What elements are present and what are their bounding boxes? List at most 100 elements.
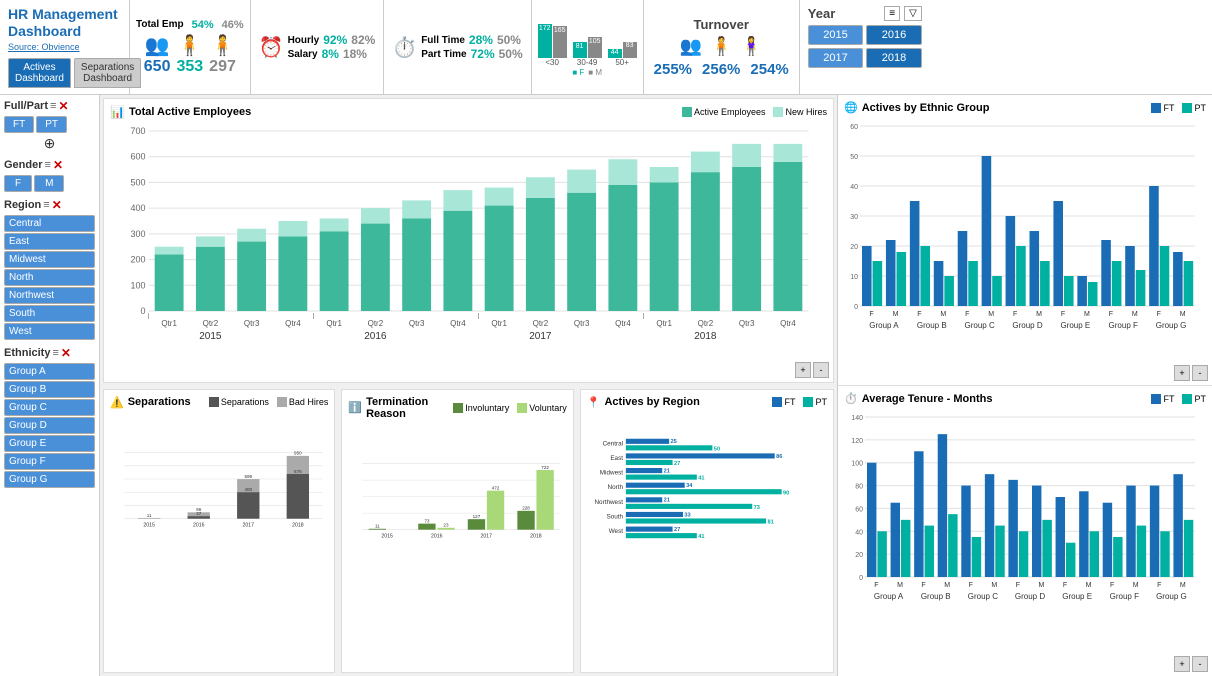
svg-text:2015: 2015 bbox=[382, 533, 394, 539]
ethnicity-clear-icon[interactable]: ✕ bbox=[61, 346, 71, 360]
tab-actives[interactable]: Actives Dashboard bbox=[8, 58, 71, 88]
ethnicity-item-group-a[interactable]: Group A bbox=[4, 363, 95, 380]
ethnicity-item-group-d[interactable]: Group D bbox=[4, 417, 95, 434]
svg-text:27: 27 bbox=[674, 526, 680, 532]
svg-text:Group D: Group D bbox=[1012, 321, 1042, 330]
svg-text:F: F bbox=[921, 582, 925, 589]
svg-text:F: F bbox=[869, 311, 873, 318]
ethnic-expand[interactable]: + bbox=[1174, 365, 1190, 381]
fullpart-filter: Full/Part ≡ ✕ FT PT ⊕ bbox=[4, 99, 95, 152]
tenure-expand[interactable]: + bbox=[1174, 656, 1190, 672]
region-chart: Central2550East8627Midwest2141North3490N… bbox=[587, 411, 827, 566]
ethnicity-filter-icon[interactable]: ≡ bbox=[52, 347, 58, 359]
turnover-1: 255% bbox=[654, 61, 692, 78]
region-item-north[interactable]: North bbox=[4, 269, 95, 286]
region-chart-title: Actives by Region bbox=[604, 396, 699, 408]
salary-pct2: 18% bbox=[343, 47, 367, 61]
region-item-east[interactable]: East bbox=[4, 233, 95, 250]
svg-text:Group C: Group C bbox=[965, 321, 995, 330]
ethnic-title: Actives by Ethnic Group bbox=[862, 102, 990, 114]
term-legend1: Involuntary bbox=[453, 403, 509, 413]
region-item-west[interactable]: West bbox=[4, 323, 95, 340]
tenure-clock-icon: ⏱️ bbox=[844, 392, 858, 405]
svg-text:2017: 2017 bbox=[243, 522, 255, 528]
btn-ft[interactable]: FT bbox=[4, 116, 34, 133]
region-item-central[interactable]: Central bbox=[4, 215, 95, 232]
term-icon: ℹ️ bbox=[348, 401, 362, 414]
year-2017[interactable]: 2017 bbox=[808, 48, 864, 68]
ethnicity-item-group-e[interactable]: Group E bbox=[4, 435, 95, 452]
add-calc-icon[interactable]: ⊕ bbox=[44, 135, 56, 152]
svg-text:700: 700 bbox=[130, 126, 145, 136]
gender-filter-icon[interactable]: ≡ bbox=[45, 159, 51, 171]
svg-text:0: 0 bbox=[859, 575, 863, 582]
svg-text:34: 34 bbox=[686, 483, 693, 489]
svg-text:F: F bbox=[965, 311, 969, 318]
region-item-northwest[interactable]: Northwest bbox=[4, 287, 95, 304]
svg-text:F: F bbox=[1063, 582, 1067, 589]
svg-text:Group E: Group E bbox=[1060, 321, 1090, 330]
tenure-shrink[interactable]: - bbox=[1192, 656, 1208, 672]
svg-text:F: F bbox=[917, 311, 921, 318]
svg-text:40: 40 bbox=[855, 529, 863, 536]
svg-text:2016: 2016 bbox=[431, 533, 443, 539]
total-active-panel: 📊 Total Active Employees Active Employee… bbox=[103, 98, 834, 383]
region-filter-icon[interactable]: ≡ bbox=[43, 199, 49, 211]
btn-pt[interactable]: PT bbox=[36, 116, 67, 133]
svg-text:Qtr2: Qtr2 bbox=[533, 319, 549, 328]
dashboard: HR Management Dashboard Source: Obvience… bbox=[0, 0, 1212, 676]
svg-text:Qtr2: Qtr2 bbox=[698, 319, 714, 328]
region-item-south[interactable]: South bbox=[4, 305, 95, 322]
turnover-title: Turnover bbox=[694, 17, 749, 32]
svg-text:M: M bbox=[1132, 311, 1138, 318]
svg-text:Qtr1: Qtr1 bbox=[326, 319, 342, 328]
svg-text:10: 10 bbox=[850, 274, 858, 281]
svg-text:40: 40 bbox=[850, 184, 858, 191]
ethnicity-item-group-b[interactable]: Group B bbox=[4, 381, 95, 398]
svg-text:M: M bbox=[1084, 311, 1090, 318]
year-clear-icon[interactable]: ▽ bbox=[904, 6, 922, 21]
source-label: Source: Obvience bbox=[8, 42, 121, 52]
ethnic-shrink[interactable]: - bbox=[1192, 365, 1208, 381]
fullpart-clear-icon[interactable]: ✕ bbox=[58, 99, 68, 113]
sep-legend2: Bad Hires bbox=[277, 397, 329, 407]
chart-shrink[interactable]: - bbox=[813, 362, 829, 378]
svg-text:M: M bbox=[1180, 311, 1186, 318]
year-2015[interactable]: 2015 bbox=[808, 25, 864, 45]
region-item-midwest[interactable]: Midwest bbox=[4, 251, 95, 268]
svg-text:50: 50 bbox=[714, 446, 720, 452]
svg-text:100: 100 bbox=[130, 280, 145, 290]
year-filter-icon[interactable]: ≡ bbox=[884, 6, 900, 21]
svg-text:2018: 2018 bbox=[531, 533, 543, 539]
svg-text:F: F bbox=[1110, 582, 1114, 589]
svg-text:F: F bbox=[1157, 582, 1161, 589]
year-2016[interactable]: 2016 bbox=[866, 25, 922, 45]
pct-ft: 54% bbox=[192, 19, 214, 31]
fullpart-filter-icon[interactable]: ≡ bbox=[50, 100, 56, 112]
header: HR Management Dashboard Source: Obvience… bbox=[0, 0, 1212, 95]
svg-text:500: 500 bbox=[130, 177, 145, 187]
separations-panel: ⚠️ Separations Separations Bad Hires 112… bbox=[103, 389, 335, 674]
chart-expand[interactable]: + bbox=[795, 362, 811, 378]
svg-text:90: 90 bbox=[783, 490, 789, 496]
btn-m[interactable]: M bbox=[34, 175, 64, 192]
region-legend-pt: PT bbox=[803, 397, 827, 407]
svg-text:Qtr4: Qtr4 bbox=[615, 319, 631, 328]
svg-text:Group C: Group C bbox=[968, 592, 998, 601]
ethnicity-item-group-c[interactable]: Group C bbox=[4, 399, 95, 416]
pct-pt: 46% bbox=[222, 19, 244, 31]
svg-text:Midwest: Midwest bbox=[600, 469, 624, 476]
year-2018[interactable]: 2018 bbox=[866, 48, 922, 68]
btn-f[interactable]: F bbox=[4, 175, 32, 192]
gender-clear-icon[interactable]: ✕ bbox=[53, 158, 63, 172]
ethnicity-item-group-g[interactable]: Group G bbox=[4, 471, 95, 488]
svg-text:599: 599 bbox=[244, 473, 252, 478]
region-clear-icon[interactable]: ✕ bbox=[52, 198, 62, 212]
ethnicity-title: Ethnicity bbox=[4, 347, 50, 359]
svg-text:Qtr4: Qtr4 bbox=[780, 319, 796, 328]
svg-text:0: 0 bbox=[140, 306, 145, 316]
ethnicity-item-group-f[interactable]: Group F bbox=[4, 453, 95, 470]
svg-text:Group B: Group B bbox=[921, 592, 951, 601]
kpi-gray: 297 bbox=[209, 58, 236, 76]
svg-text:2018: 2018 bbox=[292, 522, 304, 528]
